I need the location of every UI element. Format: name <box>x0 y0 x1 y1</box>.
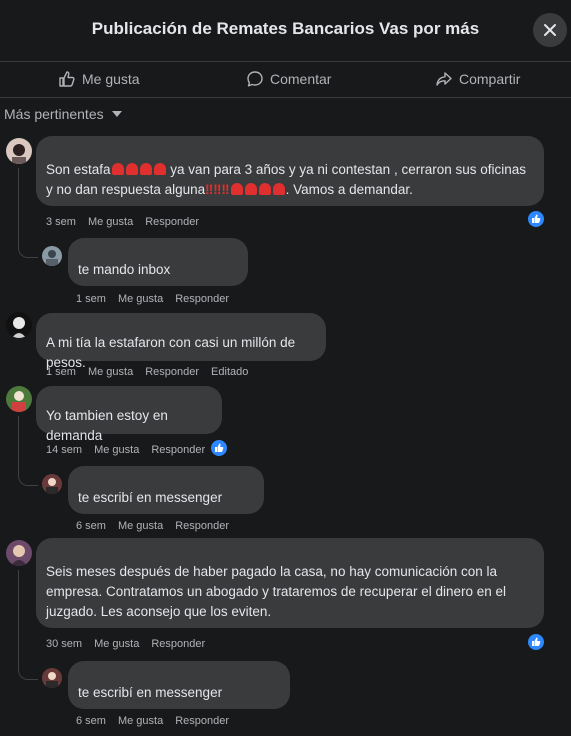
timestamp[interactable]: 6 sem <box>76 715 106 727</box>
speech-bubble-icon <box>247 71 263 87</box>
comment-meta: 1 sem Me gusta Responder Editado <box>46 366 248 378</box>
like-label: Me gusta <box>82 71 140 87</box>
reply-meta: 6 sem Me gusta Responder <box>76 520 229 532</box>
avatar[interactable] <box>6 138 32 164</box>
comment-text: A mi tía la estafaron con casi un millón… <box>46 335 296 370</box>
like-link[interactable]: Me gusta <box>88 216 133 228</box>
thumbs-up-icon <box>532 214 541 223</box>
red-emoji-icon <box>230 182 286 197</box>
reply-text: te escribí en messenger <box>78 490 223 505</box>
comment-button[interactable]: Comentar <box>246 70 331 88</box>
post-action-bar: Me gusta Comentar Compartir <box>0 62 571 98</box>
comment-text: . Vamos a demandar. <box>285 182 413 197</box>
thumbs-up-icon <box>532 637 541 646</box>
like-link[interactable]: Me gusta <box>94 638 139 650</box>
timestamp[interactable]: 1 sem <box>46 366 76 378</box>
like-link[interactable]: Me gusta <box>94 444 139 456</box>
timestamp[interactable]: 3 sem <box>46 216 76 228</box>
comment-bubble: Seis meses después de haber pagado la ca… <box>36 538 544 628</box>
reply-text: te mando inbox <box>78 262 171 277</box>
close-icon <box>544 24 556 36</box>
like-link[interactable]: Me gusta <box>118 293 163 305</box>
thumbs-up-icon <box>215 443 224 452</box>
reply-text: te escribí en messenger <box>78 685 223 700</box>
like-reaction-badge[interactable] <box>528 634 544 650</box>
like-link[interactable]: Me gusta <box>88 366 133 378</box>
comment-sort-dropdown[interactable]: Más pertinentes <box>4 106 122 122</box>
like-link[interactable]: Me gusta <box>118 520 163 532</box>
reply-bubble: te escribí en messenger <box>68 466 264 514</box>
share-arrow-icon <box>436 72 452 86</box>
thumbs-up-icon <box>59 71 75 87</box>
post-title: Publicación de Remates Bancarios Vas por… <box>91 19 480 38</box>
comment-meta: 14 sem Me gusta Responder <box>46 444 205 456</box>
reply-link[interactable]: Responder <box>145 216 199 228</box>
red-emoji-icon <box>111 162 167 177</box>
comment-meta: 3 sem Me gusta Responder <box>46 216 199 228</box>
thread-line <box>18 168 19 248</box>
avatar[interactable] <box>42 246 62 266</box>
like-link[interactable]: Me gusta <box>118 715 163 727</box>
like-reaction-badge[interactable] <box>211 440 227 456</box>
comment-meta: 30 sem Me gusta Responder <box>46 638 205 650</box>
avatar[interactable] <box>6 312 32 338</box>
reply-bubble: te escribí en messenger <box>68 661 290 709</box>
like-button[interactable]: Me gusta <box>58 70 140 88</box>
comment-text: Son estafa <box>46 162 111 177</box>
timestamp[interactable]: 1 sem <box>76 293 106 305</box>
comment-text: Yo tambien estoy en demanda <box>46 408 168 443</box>
comment-bubble: Son estafa ya van para 3 años y ya ni co… <box>36 136 544 206</box>
reply-meta: 1 sem Me gusta Responder <box>76 293 229 305</box>
reply-link[interactable]: Responder <box>175 520 229 532</box>
comment-text: Seis meses después de haber pagado la ca… <box>46 564 507 619</box>
thread-connector <box>18 466 38 486</box>
share-label: Compartir <box>459 71 521 87</box>
reply-link[interactable]: Responder <box>175 715 229 727</box>
comment-bubble: Yo tambien estoy en demanda <box>36 386 222 443</box>
avatar[interactable] <box>6 386 32 412</box>
comment-label: Comentar <box>270 71 332 87</box>
thread-connector <box>18 238 38 258</box>
reply-link[interactable]: Responder <box>175 293 229 305</box>
reply-link[interactable]: Responder <box>145 366 199 378</box>
reply-link[interactable]: Responder <box>151 444 205 456</box>
comment-bubble: A mi tía la estafaron con casi un millón… <box>36 313 326 370</box>
reply-link[interactable]: Responder <box>151 638 205 650</box>
thread-line <box>18 570 19 670</box>
close-button[interactable] <box>533 13 567 47</box>
dialog-header: Publicación de Remates Bancarios Vas por… <box>0 0 571 62</box>
chevron-down-icon <box>111 111 122 117</box>
edited-label: Editado <box>211 366 249 378</box>
like-reaction-badge[interactable] <box>528 211 544 227</box>
avatar[interactable] <box>42 474 62 494</box>
avatar[interactable] <box>6 540 32 566</box>
reply-meta: 6 sem Me gusta Responder <box>76 715 229 727</box>
sort-label: Más pertinentes <box>4 106 104 122</box>
share-button[interactable]: Compartir <box>435 70 520 88</box>
double-exclamation-icon: ‼‼‼ <box>205 182 230 197</box>
timestamp[interactable]: 14 sem <box>46 444 82 456</box>
thread-connector <box>18 660 38 680</box>
reply-bubble: te mando inbox <box>68 238 248 286</box>
timestamp[interactable]: 6 sem <box>76 520 106 532</box>
timestamp[interactable]: 30 sem <box>46 638 82 650</box>
avatar[interactable] <box>42 668 62 688</box>
